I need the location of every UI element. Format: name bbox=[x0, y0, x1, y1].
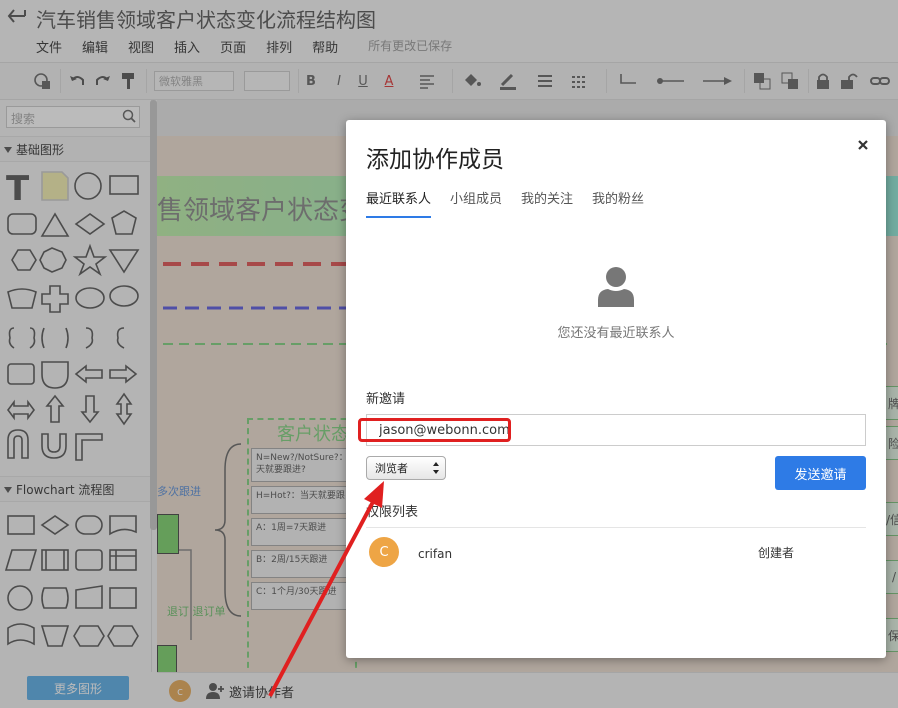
send-invite-button[interactable]: 发送邀请 bbox=[775, 456, 866, 490]
member-name: crifan bbox=[418, 547, 453, 561]
permission-list-label: 权限列表 bbox=[366, 505, 419, 520]
role-select[interactable]: 浏览者 bbox=[366, 456, 446, 480]
dialog-tabs: 最近联系人 小组成员 我的关注 我的粉丝 bbox=[366, 188, 663, 218]
close-icon[interactable] bbox=[856, 138, 870, 152]
tab-following[interactable]: 我的关注 bbox=[521, 188, 573, 218]
empty-contacts-message: 您还没有最近联系人 bbox=[557, 326, 675, 341]
tab-recent-contacts[interactable]: 最近联系人 bbox=[366, 188, 432, 218]
add-collaborator-dialog: 添加协作成员 最近联系人 小组成员 我的关注 我的粉丝 您还没有最近联系人 新邀… bbox=[346, 120, 886, 658]
select-arrows-icon bbox=[433, 462, 439, 474]
role-select-value: 浏览者 bbox=[375, 462, 408, 475]
new-invite-label: 新邀请 bbox=[366, 392, 406, 407]
dialog-title: 添加协作成员 bbox=[366, 147, 504, 173]
invite-email-input[interactable] bbox=[366, 414, 866, 446]
empty-contact-avatar-icon bbox=[598, 267, 634, 307]
tab-followers[interactable]: 我的粉丝 bbox=[592, 188, 644, 218]
member-avatar: C bbox=[369, 537, 399, 567]
permission-divider bbox=[366, 527, 866, 528]
member-role: 创建者 bbox=[758, 546, 795, 560]
tab-group-members[interactable]: 小组成员 bbox=[450, 188, 502, 218]
